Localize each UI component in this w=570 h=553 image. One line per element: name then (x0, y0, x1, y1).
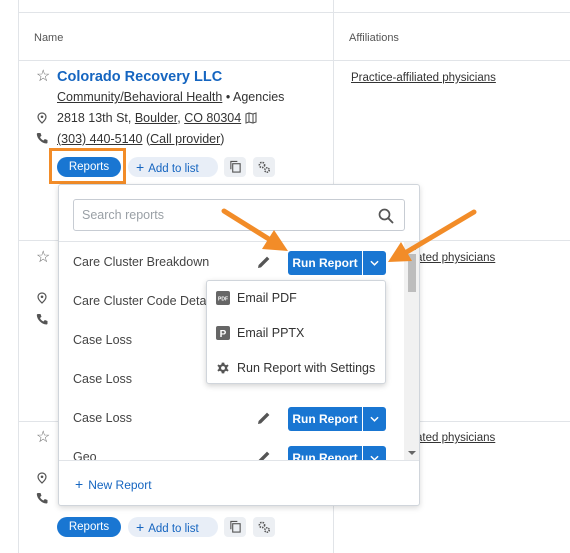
run-with-settings-label: Run Report with Settings (237, 361, 376, 375)
column-header-affiliations[interactable]: Affiliations (349, 32, 399, 44)
run-options-toggle[interactable] (363, 251, 386, 275)
phone-icon (36, 314, 48, 325)
run-options-toggle[interactable] (363, 407, 386, 431)
run-report-button[interactable]: Run Report (288, 251, 362, 275)
report-name: Case Loss (73, 333, 133, 347)
run-options-menu: PDF Email PDF P Email PPTX Run Report wi… (206, 280, 386, 384)
address-city-link[interactable]: Boulder (135, 111, 177, 125)
report-name: Case Loss (73, 372, 133, 386)
gear-icon (217, 362, 229, 374)
plus-icon: + (136, 519, 145, 535)
call-close-paren: ) (220, 132, 225, 146)
provider-type-rest: Agencies (233, 90, 285, 104)
edit-pencil-icon[interactable] (256, 254, 272, 270)
reports-button[interactable]: Reports (57, 157, 121, 177)
report-search-input[interactable] (82, 200, 362, 230)
add-to-list-label: Add to list (148, 163, 199, 175)
plus-icon: + (136, 159, 145, 175)
provider-address: 2818 13th St, Boulder, CO 80304 (57, 111, 241, 125)
pdf-icon: PDF (216, 291, 230, 305)
email-pptx-item[interactable]: P Email PPTX (207, 316, 385, 350)
copy-icon (230, 160, 241, 173)
new-report-button[interactable]: + New Report (75, 476, 152, 492)
svg-text:PDF: PDF (218, 297, 228, 303)
affiliations-link[interactable]: Practice-affiliated physicians (351, 72, 496, 84)
location-pin-icon (37, 112, 47, 124)
report-row[interactable]: Care Cluster Breakdown Run Report (59, 242, 404, 281)
call-provider-link[interactable]: Call provider (150, 132, 220, 146)
scroll-down-arrow-icon[interactable] (408, 450, 416, 456)
add-to-list-label: Add to list (148, 523, 199, 535)
add-to-list-button[interactable]: + Add to list (128, 517, 218, 537)
copy-icon (230, 520, 241, 533)
location-pin-icon (37, 292, 47, 304)
type-separator: • (222, 90, 233, 104)
phone-icon (36, 133, 48, 144)
provider-type: Community/Behavioral Health • Agencies (57, 90, 284, 104)
map-icon[interactable] (245, 112, 257, 124)
run-report-button[interactable]: Run Report (288, 446, 362, 460)
add-to-list-button[interactable]: + Add to list (128, 157, 218, 177)
email-pptx-label: Email PPTX (237, 326, 305, 340)
call-open-paren: ( (142, 132, 151, 146)
settings-button[interactable] (253, 157, 275, 177)
favorite-star-icon[interactable]: ☆ (36, 430, 50, 446)
row-divider (18, 60, 570, 61)
run-options-toggle[interactable] (363, 446, 386, 460)
report-name: Care Cluster Breakdown (73, 255, 210, 269)
gears-icon (258, 161, 271, 174)
chevron-down-icon (370, 260, 379, 266)
column-divider (18, 0, 19, 553)
gears-icon (258, 521, 271, 534)
address-street: 2818 13th St, (57, 111, 135, 125)
phone-icon (36, 493, 48, 504)
row-divider (18, 12, 570, 13)
favorite-star-icon[interactable]: ☆ (36, 250, 50, 266)
favorite-star-icon[interactable]: ☆ (36, 69, 50, 85)
report-name: Care Cluster Code Deta (73, 294, 207, 308)
edit-pencil-icon[interactable] (256, 449, 272, 460)
report-name: Case Loss (73, 411, 133, 425)
scroll-up-arrow-icon[interactable] (408, 245, 416, 251)
settings-button[interactable] (253, 517, 275, 537)
provider-phone: (303) 440-5140 (Call provider) (57, 132, 224, 146)
email-pdf-label: Email PDF (237, 291, 297, 305)
reports-button[interactable]: Reports (57, 517, 121, 537)
report-name: Geo (73, 450, 97, 460)
edit-pencil-icon[interactable] (256, 410, 272, 426)
run-report-button[interactable]: Run Report (288, 407, 362, 431)
run-with-settings-item[interactable]: Run Report with Settings (207, 351, 385, 385)
chevron-down-icon (370, 416, 379, 422)
search-icon[interactable] (378, 208, 394, 224)
location-pin-icon (37, 472, 47, 484)
email-pdf-item[interactable]: PDF Email PDF (207, 281, 385, 315)
copy-button[interactable] (224, 157, 246, 177)
affiliations-link[interactable]: ated physicians (416, 252, 495, 264)
provider-type-link[interactable]: Community/Behavioral Health (57, 90, 222, 104)
pptx-icon: P (216, 326, 230, 340)
column-header-name[interactable]: Name (34, 32, 63, 44)
report-search-box (73, 199, 405, 231)
divider (59, 460, 419, 461)
scrollbar-thumb[interactable] (408, 254, 416, 292)
address-state-zip-link[interactable]: CO 80304 (184, 111, 241, 125)
phone-number-link[interactable]: (303) 440-5140 (57, 132, 142, 146)
copy-button[interactable] (224, 517, 246, 537)
report-row[interactable]: Case Loss Run Report (59, 398, 404, 437)
plus-icon: + (75, 476, 84, 492)
report-row[interactable]: Geo Run Report (59, 437, 404, 460)
report-list-scrollbar[interactable] (404, 242, 419, 460)
affiliations-link[interactable]: ated physicians (416, 432, 495, 444)
new-report-label: New Report (88, 478, 152, 492)
provider-name-link[interactable]: Colorado Recovery LLC (57, 69, 222, 85)
svg-text:P: P (220, 329, 227, 340)
